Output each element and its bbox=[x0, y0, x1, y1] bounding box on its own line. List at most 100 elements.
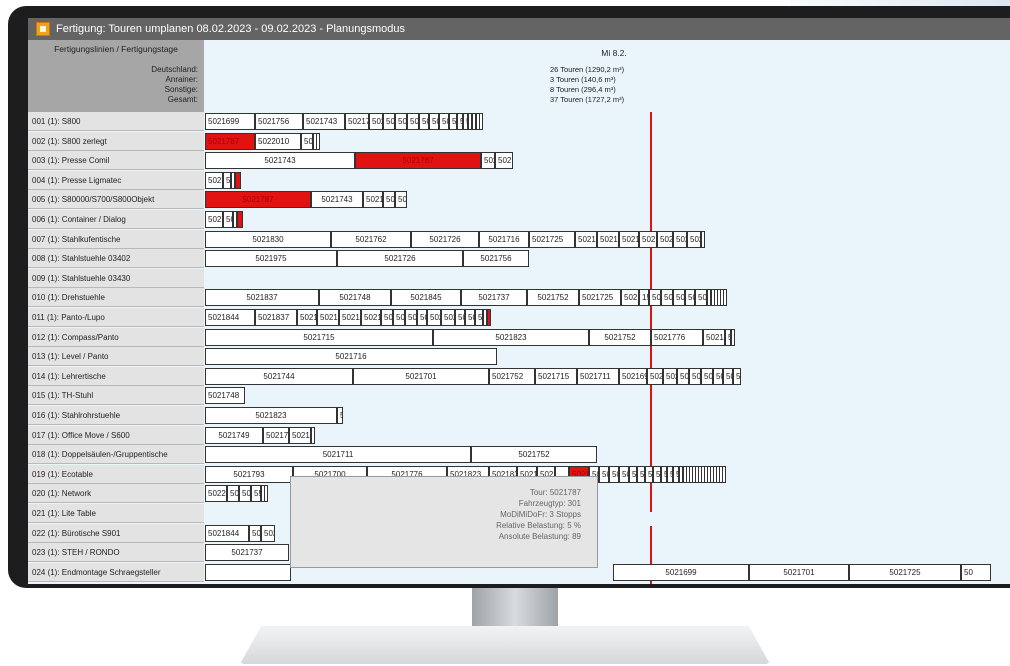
tour-bar[interactable]: 5021 bbox=[429, 113, 439, 130]
tour-bar[interactable]: 5021711 bbox=[205, 446, 471, 464]
window-titlebar[interactable]: Fertigung: Touren umplanen 08.02.2023 - … bbox=[28, 18, 1010, 40]
row-label[interactable]: 005 (1): S80000/S700/S800Objekt bbox=[28, 190, 204, 210]
tour-bar[interactable]: 502 bbox=[677, 367, 689, 385]
tour-bar[interactable]: 5021787 bbox=[205, 191, 311, 209]
tour-bar[interactable]: 5021 bbox=[481, 152, 495, 170]
tour-bar[interactable]: 502183 bbox=[289, 426, 311, 444]
tour-bar[interactable]: 502170 bbox=[317, 309, 339, 326]
tour-bar[interactable]: 5021 bbox=[383, 191, 395, 209]
tour-bar[interactable]: 5021787 bbox=[355, 152, 481, 170]
tour-bar[interactable] bbox=[264, 485, 268, 503]
tour-bar[interactable]: 5021844 bbox=[205, 524, 249, 542]
tour-bar[interactable]: 5021837 bbox=[255, 309, 297, 326]
tour-bar[interactable] bbox=[731, 328, 735, 346]
tour-bar[interactable] bbox=[237, 211, 243, 228]
tour-bar[interactable]: 5021 bbox=[381, 309, 393, 326]
tour-bar[interactable]: 5021756 bbox=[255, 113, 303, 130]
tour-bar[interactable]: 5021726 bbox=[337, 250, 463, 268]
tour-bar[interactable]: 5021975 bbox=[205, 250, 337, 268]
tour-bar[interactable]: 50217 bbox=[703, 328, 725, 346]
row-label[interactable]: 013 (1): Level / Panto bbox=[28, 347, 204, 367]
tour-bar[interactable]: 5021715 bbox=[535, 367, 577, 385]
tour-bar[interactable]: 502 bbox=[599, 465, 609, 483]
tour-bar[interactable]: 502 bbox=[685, 289, 695, 307]
tour-bar[interactable]: 5025 bbox=[261, 524, 275, 542]
tour-bar[interactable]: 50 bbox=[733, 367, 741, 385]
tour-bar[interactable]: 5021725 bbox=[849, 563, 961, 581]
row-label[interactable]: 023 (1): STEH / RONDO bbox=[28, 543, 204, 563]
tour-bar[interactable]: 5 bbox=[311, 426, 315, 444]
tour-bar[interactable]: 5021756 bbox=[463, 250, 529, 268]
row-label[interactable]: 018 (1): Doppelsäulen-/Gruppentische bbox=[28, 445, 204, 465]
tour-bar[interactable]: 502170 bbox=[339, 309, 361, 326]
row-label[interactable]: 006 (1): Container / Dialog bbox=[28, 210, 204, 229]
tour-bar[interactable]: 502 bbox=[661, 289, 673, 307]
tour-bar[interactable]: 5021725 bbox=[579, 289, 621, 307]
tour-bar[interactable]: 5021830 bbox=[205, 230, 331, 248]
row-label[interactable]: 020 (1): Network bbox=[28, 484, 204, 504]
tour-bar[interactable]: 5021701 bbox=[749, 563, 849, 581]
tour-bar[interactable]: 50250 bbox=[427, 309, 441, 326]
row-label[interactable]: 004 (1): Presse Ligmatec bbox=[28, 170, 204, 190]
tour-bar[interactable]: 502 bbox=[405, 309, 417, 326]
tour-bar[interactable]: 5021744 bbox=[205, 367, 353, 385]
tour-bar[interactable] bbox=[722, 465, 726, 483]
tour-bar[interactable]: 5021743 bbox=[311, 191, 363, 209]
tour-bar[interactable]: 5021762 bbox=[331, 230, 411, 248]
tour-bar[interactable]: 50 bbox=[637, 465, 645, 483]
tour-bar[interactable]: 55 bbox=[251, 485, 261, 503]
tour-bar[interactable]: 5021748 bbox=[319, 289, 391, 307]
tour-bar[interactable]: 5021743 bbox=[205, 152, 355, 170]
tour-bar[interactable]: 5021845 bbox=[391, 289, 461, 307]
tour-bar[interactable]: 50217 bbox=[363, 191, 383, 209]
tour-bar[interactable]: 5021748 bbox=[205, 387, 245, 405]
tour-bar[interactable]: 50219 bbox=[647, 367, 663, 385]
tour-bar[interactable]: 15 bbox=[639, 289, 649, 307]
tour-bar[interactable]: 5021716 bbox=[205, 348, 497, 366]
tour-bar[interactable] bbox=[205, 563, 291, 581]
tour-bar[interactable]: 5021844 bbox=[205, 309, 255, 326]
tour-bar[interactable]: 5021823 bbox=[433, 328, 589, 346]
tour-bar[interactable]: 5021 bbox=[619, 230, 639, 248]
tour-bar[interactable] bbox=[701, 230, 705, 248]
tour-bar[interactable]: 5021748 bbox=[345, 113, 369, 130]
tour-bar[interactable]: 5021837 bbox=[205, 289, 319, 307]
tour-bar[interactable]: 5021787 bbox=[205, 132, 255, 150]
tour-bar[interactable]: 502 bbox=[689, 367, 701, 385]
tour-bar[interactable]: 5025 bbox=[687, 230, 701, 248]
tour-bar[interactable]: 50 bbox=[223, 211, 233, 228]
row-label[interactable]: 009 (1): Stahlstuehle 03430 bbox=[28, 268, 204, 288]
tour-bar[interactable]: 5021752 bbox=[471, 446, 597, 464]
tour-bar[interactable]: 502 bbox=[609, 465, 619, 483]
tour-bar[interactable]: 50217 bbox=[263, 426, 289, 444]
tour-bar[interactable]: 50 bbox=[475, 309, 483, 326]
row-label[interactable]: 022 (1): Bürotische S901 bbox=[28, 523, 204, 543]
tour-bar[interactable]: 5021823 bbox=[205, 407, 337, 424]
row-label[interactable]: 014 (1): Lehrertische bbox=[28, 366, 204, 386]
tour-bar[interactable] bbox=[487, 309, 491, 326]
row-label[interactable]: 015 (1): TH-Stuhl bbox=[28, 386, 204, 406]
tour-bar[interactable]: 5021726 bbox=[411, 230, 479, 248]
tour-bar[interactable]: 5050 bbox=[465, 309, 475, 326]
tour-bar[interactable]: 5021 bbox=[657, 230, 673, 248]
tour-bar[interactable]: 502115 bbox=[495, 152, 513, 170]
tour-bar[interactable]: 50217 bbox=[621, 289, 639, 307]
tour-bar[interactable]: 502 bbox=[239, 485, 251, 503]
tour-bar[interactable]: 502 bbox=[395, 191, 407, 209]
tour-bar[interactable]: 50 bbox=[645, 465, 653, 483]
tour-bar[interactable]: 502201 bbox=[205, 485, 227, 503]
row-label[interactable]: 001 (1): S800 bbox=[28, 112, 204, 131]
tour-bar[interactable]: 502169 bbox=[619, 367, 647, 385]
tour-bar[interactable]: 5021 bbox=[227, 485, 239, 503]
tour-bar[interactable]: 5022010 bbox=[255, 132, 301, 150]
tour-bar[interactable]: 5021711 bbox=[577, 367, 619, 385]
tour-bar[interactable]: 5021749 bbox=[205, 426, 263, 444]
tour-bar[interactable]: 5021 bbox=[393, 309, 405, 326]
tour-bar[interactable]: 5021 bbox=[205, 171, 223, 189]
tour-bar[interactable]: 502 bbox=[417, 309, 427, 326]
row-label[interactable]: 017 (1): Office Move / S600 bbox=[28, 425, 204, 445]
tour-bar[interactable]: 5021737 bbox=[205, 544, 289, 562]
row-label[interactable]: 012 (1): Compass/Panto bbox=[28, 327, 204, 347]
row-label[interactable]: 003 (1): Presse Comil bbox=[28, 151, 204, 171]
tour-bar[interactable]: 50 bbox=[619, 465, 629, 483]
